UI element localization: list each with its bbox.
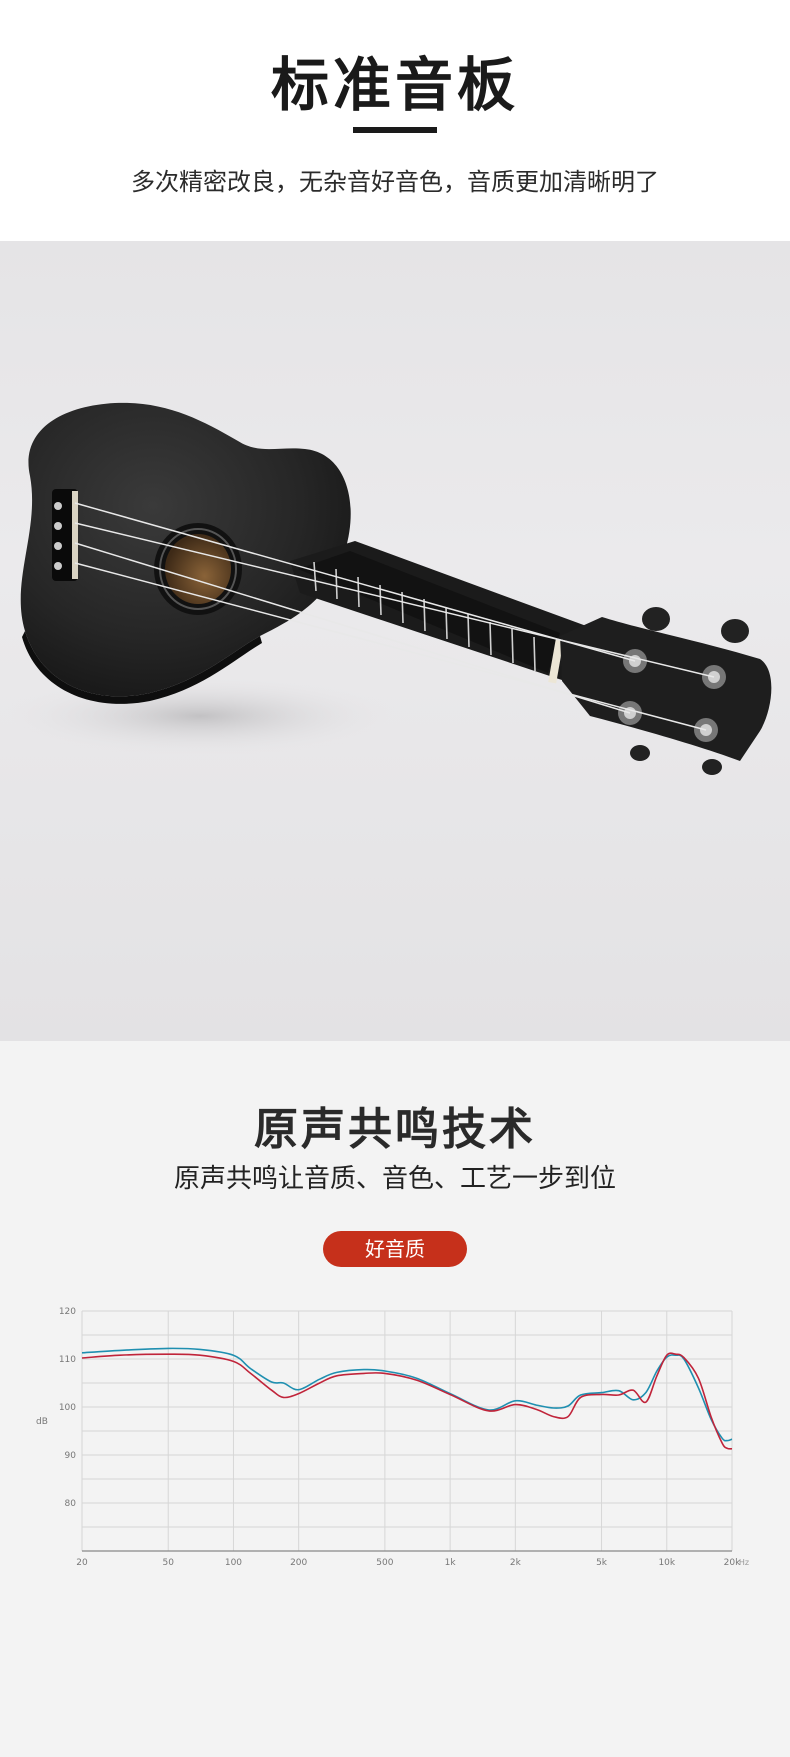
body-shadow bbox=[0, 676, 400, 756]
x-tick-label: 20 bbox=[76, 1558, 88, 1568]
x-tick-label: 10k bbox=[658, 1558, 675, 1568]
y-tick-label: 110 bbox=[59, 1355, 76, 1365]
ukulele-product-photo bbox=[0, 241, 790, 1041]
string-peg-1 bbox=[54, 502, 62, 510]
chart-grid bbox=[81, 1310, 733, 1552]
section-title: 原声共鸣技术 bbox=[254, 1104, 536, 1155]
resonance-section: 原声共鸣技术 原声共鸣让音质、音色、工艺一步到位 好音质 20 50 100 200 5… bbox=[0, 1041, 790, 1757]
x-tick-label: 200 bbox=[290, 1558, 307, 1568]
series-line-1 bbox=[81, 1347, 733, 1442]
frequency-response-chart: 20 50 100 200 500 1k 2k 5k 10k 20kHz1201101009080 bbox=[59, 1307, 749, 1568]
y-tick-label: 80 bbox=[65, 1499, 77, 1509]
x-tick-label: 50 bbox=[162, 1558, 174, 1568]
chart-tick-labels: 20 50 100 200 500 1k 2k 5k 10k 20kHz1201101009080 bbox=[59, 1307, 749, 1568]
x-tick-label: 100 bbox=[225, 1558, 242, 1568]
y-axis-label: dB bbox=[36, 1417, 48, 1427]
section-subtitle: 原声共鸣让音质、音色、工艺一步到位 bbox=[173, 1164, 616, 1194]
series-line-2 bbox=[81, 1352, 733, 1450]
chart-series bbox=[81, 1347, 733, 1450]
y-tick-label: 120 bbox=[59, 1307, 76, 1317]
x-tick-label: 2k bbox=[510, 1558, 522, 1568]
string-peg-3 bbox=[54, 542, 62, 550]
string-peg-2 bbox=[54, 522, 62, 530]
y-tick-label: 100 bbox=[59, 1403, 76, 1413]
page-subtitle: 多次精密改良，无杂音好音色，音质更加清晰明了 bbox=[131, 168, 659, 196]
sound-quality-badge: 好音质 bbox=[323, 1231, 467, 1267]
header-section: 标准音板 多次精密改良，无杂音好音色，音质更加清晰明了 bbox=[0, 0, 790, 241]
ukulele-illustration bbox=[0, 402, 772, 775]
x-tick-label: 1k bbox=[445, 1558, 457, 1568]
x-unit-label: Hz bbox=[739, 1558, 749, 1567]
string-peg-4 bbox=[54, 562, 62, 570]
x-tick-label: 5k bbox=[596, 1558, 608, 1568]
title-underline bbox=[353, 127, 437, 133]
page-title: 标准音板 bbox=[270, 51, 519, 119]
x-tick-label: 500 bbox=[376, 1558, 393, 1568]
y-tick-label: 90 bbox=[65, 1451, 77, 1461]
